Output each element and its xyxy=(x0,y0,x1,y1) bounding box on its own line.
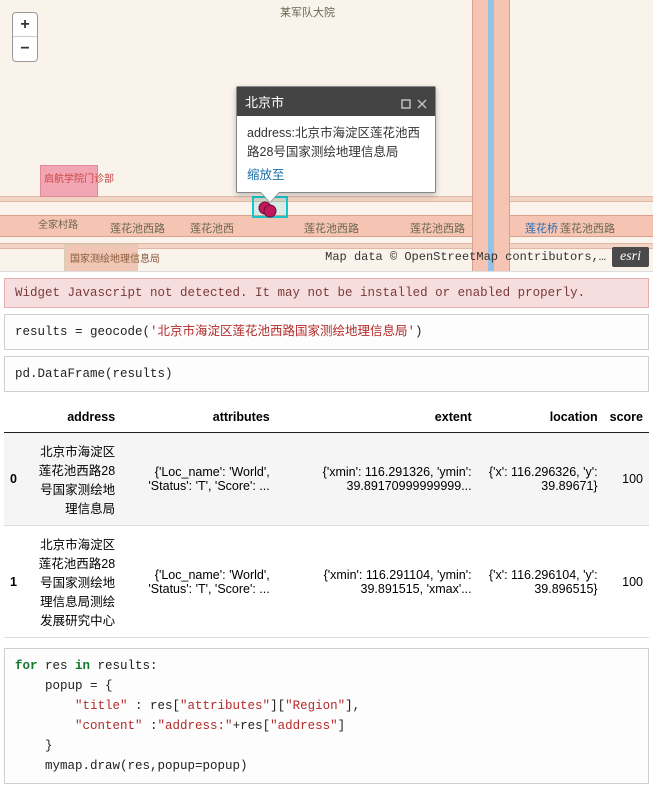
poi-label: 启航学院门诊部 xyxy=(44,170,114,185)
popup-title: 北京市 xyxy=(245,92,284,111)
popup-body: address:北京市海淀区莲花池西路28号国家测绘地理信息局 缩放至 xyxy=(237,116,435,192)
zoom-control: + − xyxy=(12,12,38,62)
cell-extent: {'xmin': 116.291104, 'ymin': 39.891515, … xyxy=(276,526,478,638)
maximize-icon[interactable] xyxy=(401,97,411,107)
poi-label: 某军队大院 xyxy=(280,4,335,20)
street-label: 莲花池西 xyxy=(190,220,234,236)
cell-index: 0 xyxy=(4,433,23,526)
popup-zoom-link[interactable]: 缩放至 xyxy=(247,166,285,185)
dataframe-output: address attributes extent location score… xyxy=(4,402,649,638)
map-attribution: Map data © OpenStreetMap contributors,… … xyxy=(325,247,649,267)
zoom-in-button[interactable]: + xyxy=(13,13,37,37)
col-location: location xyxy=(478,402,604,433)
table-row: 0 北京市海淀区莲花池西路28号国家测绘地理信息局 {'Loc_name': '… xyxy=(4,433,649,526)
cell-address: 北京市海淀区莲花池西路28号国家测绘地理信息局 xyxy=(23,433,121,526)
col-score: score xyxy=(604,402,649,433)
cell-address: 北京市海淀区莲花池西路28号国家测绘地理信息局测绘发展研究中心 xyxy=(23,526,121,638)
street-label: 莲花池西路 xyxy=(110,220,165,236)
esri-logo: esri xyxy=(612,247,649,267)
code-cell-3[interactable]: for res in results: popup = { "title" : … xyxy=(4,648,649,784)
zoom-out-button[interactable]: − xyxy=(13,37,37,61)
street-label: 莲花桥 xyxy=(525,220,558,236)
street-label: 莲花池西路 xyxy=(410,220,465,236)
cell-score: 100 xyxy=(604,433,649,526)
popup-header: 北京市 xyxy=(237,87,435,116)
col-address: address xyxy=(23,402,121,433)
map-popup: 北京市 address:北京市海淀区莲花池西路28号国家测绘地理信息局 缩放至 xyxy=(236,86,436,193)
road-highlight xyxy=(488,0,494,272)
cell-score: 100 xyxy=(604,526,649,638)
attribution-text: Map data © OpenStreetMap contributors,… xyxy=(325,250,606,264)
table-header-row: address attributes extent location score xyxy=(4,402,649,433)
poi-label: 全家村路 xyxy=(38,216,78,231)
street-label: 莲花池西路 xyxy=(304,220,359,236)
popup-body-prefix: address: xyxy=(247,126,295,140)
cell-extent: {'xmin': 116.291326, 'ymin': 39.89170999… xyxy=(276,433,478,526)
table-row: 1 北京市海淀区莲花池西路28号国家测绘地理信息局测绘发展研究中心 {'Loc_… xyxy=(4,526,649,638)
col-attributes: attributes xyxy=(121,402,276,433)
poi-label: 国家测绘地理信息局 xyxy=(70,250,160,265)
code-cell-1[interactable]: results = geocode('北京市海淀区莲花池西路国家测绘地理信息局'… xyxy=(4,314,649,350)
col-extent: extent xyxy=(276,402,478,433)
street-label: 莲花池西路 xyxy=(560,220,615,236)
map-view[interactable]: 某军队大院 启航学院门诊部 国家测绘地理信息局 全家村路 莲花池西路 莲花池西 … xyxy=(0,0,653,272)
cell-index: 1 xyxy=(4,526,23,638)
widget-warning: Widget Javascript not detected. It may n… xyxy=(4,278,649,308)
code-cell-2[interactable]: pd.DataFrame(results) xyxy=(4,356,649,392)
close-icon[interactable] xyxy=(417,97,427,107)
col-index xyxy=(4,402,23,433)
cell-attributes: {'Loc_name': 'World', 'Status': 'T', 'Sc… xyxy=(121,433,276,526)
cell-location: {'x': 116.296104, 'y': 39.896515} xyxy=(478,526,604,638)
cell-attributes: {'Loc_name': 'World', 'Status': 'T', 'Sc… xyxy=(121,526,276,638)
cell-location: {'x': 116.296326, 'y': 39.89671} xyxy=(478,433,604,526)
